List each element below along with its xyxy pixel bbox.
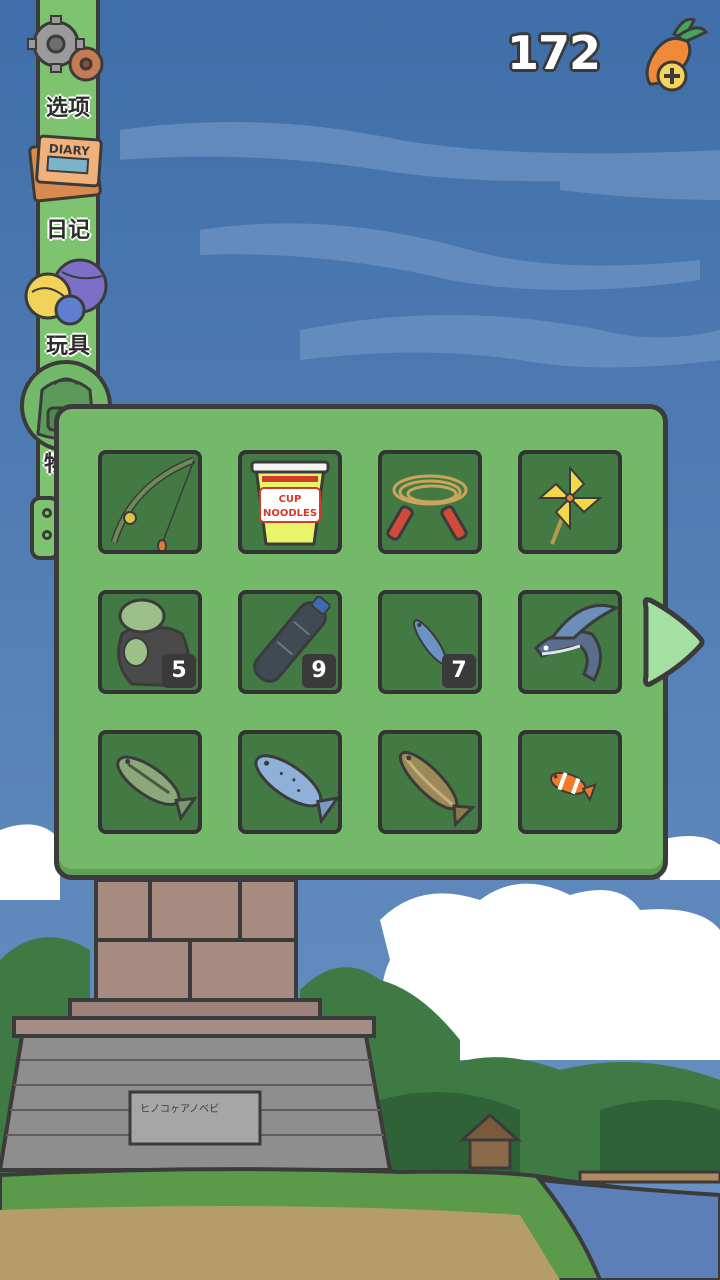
sidebar-item-diary[interactable]: DIARY 日记 bbox=[18, 130, 118, 243]
next-page-button[interactable] bbox=[640, 594, 706, 690]
carrot-plus-icon bbox=[645, 17, 709, 92]
svg-text:NOODLES: NOODLES bbox=[263, 508, 317, 519]
fishing-rod-icon bbox=[110, 456, 196, 550]
inventory-slot-salmon[interactable] bbox=[238, 730, 342, 834]
arrow-right-icon bbox=[642, 597, 705, 687]
inventory-slot-jump-rope[interactable] bbox=[378, 450, 482, 554]
gears-icon bbox=[27, 15, 104, 82]
inventory-slot-cup-noodles[interactable]: CUP NOODLES bbox=[238, 450, 342, 554]
inventory-slot-fishing-rod[interactable] bbox=[98, 450, 202, 554]
sidebar-item-label: 日记 bbox=[45, 218, 90, 243]
inventory-slot-flying-fish[interactable] bbox=[518, 590, 622, 694]
salmon-icon bbox=[254, 754, 338, 825]
item-count-badge: 9 bbox=[302, 654, 336, 688]
add-carrots-button[interactable] bbox=[632, 10, 712, 96]
inventory-slot-pinwheel[interactable] bbox=[518, 450, 622, 554]
pinwheel-icon bbox=[537, 465, 603, 545]
inventory-slot-trout[interactable] bbox=[378, 730, 482, 834]
sidebar-item-options[interactable]: 选项 bbox=[18, 10, 118, 121]
inventory-slot-small-fish[interactable]: 7 bbox=[378, 590, 482, 694]
svg-text:DIARY: DIARY bbox=[48, 142, 90, 159]
grip-icon bbox=[42, 530, 52, 540]
yarn-balls-icon bbox=[24, 258, 108, 326]
inventory-slot-plastic-bottle[interactable]: 9 bbox=[238, 590, 342, 694]
sidebar-item-label: 选项 bbox=[45, 96, 90, 121]
cup-noodles-text: CUP bbox=[279, 494, 302, 505]
carrot-count: 172 bbox=[506, 26, 601, 80]
diary-book-icon: DIARY bbox=[28, 134, 103, 203]
inventory-slot-bass[interactable] bbox=[98, 730, 202, 834]
item-count-badge: 7 bbox=[442, 654, 476, 688]
inventory-slot-clownfish[interactable] bbox=[518, 730, 622, 834]
grip-icon bbox=[42, 508, 52, 518]
sidebar-item-toys[interactable]: 玩具 bbox=[18, 252, 118, 362]
trout-icon bbox=[398, 750, 476, 828]
item-count-badge: 5 bbox=[162, 654, 196, 688]
svg-text:ヒノコヶアノベビ: ヒノコヶアノベビ bbox=[140, 1103, 219, 1115]
clownfish-icon bbox=[549, 771, 597, 803]
jump-rope-icon bbox=[386, 474, 468, 541]
bass-icon bbox=[116, 755, 198, 822]
sidebar-item-label: 玩具 bbox=[45, 334, 90, 359]
cup-noodles-icon: CUP NOODLES bbox=[250, 460, 330, 546]
inventory-slot-trash-bag[interactable]: 5 bbox=[98, 590, 202, 694]
flying-fish-icon bbox=[533, 603, 618, 683]
